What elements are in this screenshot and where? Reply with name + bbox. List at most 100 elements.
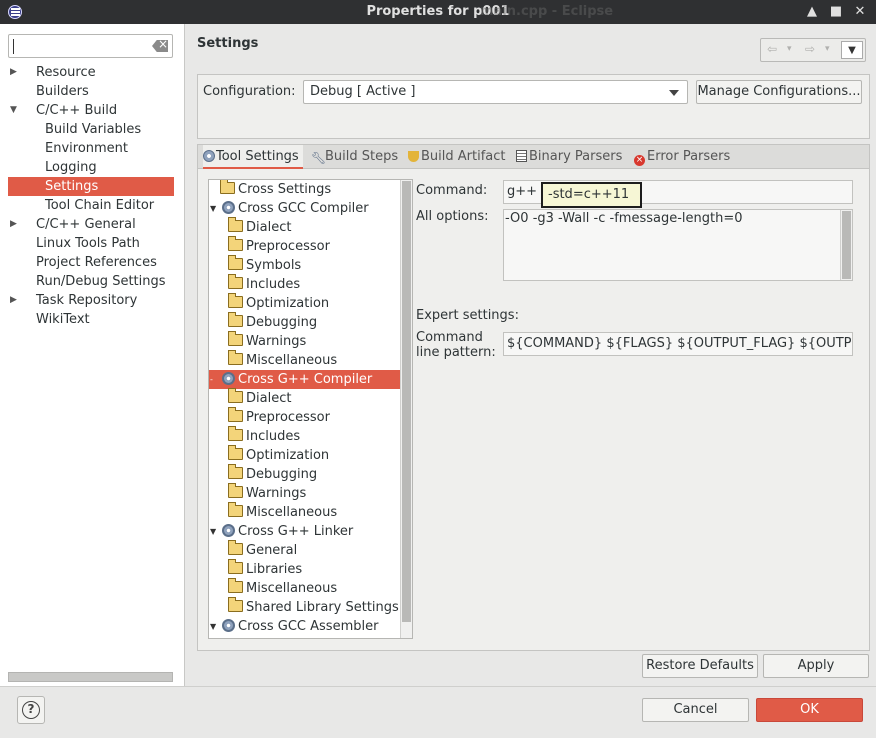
command-line-pattern-input[interactable]: ${COMMAND} ${FLAGS} ${OUTPUT_FLAG} ${OUT… xyxy=(503,332,853,356)
folder-icon xyxy=(228,255,243,270)
tree-item-includes[interactable]: Includes xyxy=(209,426,412,446)
tree-item-preprocessor[interactable]: Preprocessor xyxy=(209,407,412,427)
property-page-list: ▶ Resource Builders ▼ C/C++ Build Build Varia… xyxy=(8,63,174,329)
apply-button[interactable]: Apply xyxy=(763,654,869,678)
sidebar-item-build-variables[interactable]: Build Variables xyxy=(8,120,174,139)
tab-error-parsers[interactable]: × Error Parsers xyxy=(634,145,730,169)
expand-toggle-icon[interactable]: ▼ xyxy=(210,522,216,541)
tree-item-label: Miscellaneous xyxy=(246,581,338,596)
command-line-pattern-label-line1: Command xyxy=(416,330,483,345)
tree-item-miscellaneous[interactable]: Miscellaneous xyxy=(209,350,412,370)
all-options-label: All options: xyxy=(416,209,489,224)
sidebar-item-run-debug-settings[interactable]: Run/Debug Settings xyxy=(8,272,174,291)
folder-icon xyxy=(228,236,243,251)
tree-item-warnings[interactable]: Warnings xyxy=(209,331,412,351)
sidebar-item-project-references[interactable]: Project References xyxy=(8,253,174,272)
chevron-down-icon[interactable]: ▼ xyxy=(10,101,20,120)
manage-configurations-button[interactable]: Manage Configurations... xyxy=(696,80,862,104)
tree-item-dialect[interactable]: Dialect xyxy=(209,388,412,408)
folder-icon xyxy=(228,483,243,498)
expand-toggle-icon[interactable]: - xyxy=(210,370,213,389)
restore-defaults-button[interactable]: Restore Defaults xyxy=(642,654,758,678)
tree-item-cross-gcc-assembler[interactable]: ▼ Cross GCC Assembler xyxy=(209,617,412,636)
folder-icon xyxy=(228,274,243,289)
sidebar-item-task-repository[interactable]: ▶ Task Repository xyxy=(8,291,174,310)
clear-filter-icon[interactable] xyxy=(152,40,168,52)
expand-toggle-icon[interactable]: ▼ xyxy=(210,199,216,218)
tree-item-cross-g-linker[interactable]: ▼ Cross G++ Linker xyxy=(209,522,412,541)
command-label: Command: xyxy=(416,183,488,198)
error-icon: × xyxy=(634,155,645,166)
tree-item-warnings[interactable]: Warnings xyxy=(209,483,412,503)
tree-item-cross-g-compiler[interactable]: - Cross G++ Compiler xyxy=(209,370,412,389)
tree-item-preprocessor[interactable]: Preprocessor xyxy=(209,236,412,256)
chevron-right-icon[interactable]: ▶ xyxy=(10,63,20,82)
all-options-textarea[interactable]: -O0 -g3 -Wall -c -fmessage-length=0 xyxy=(503,209,853,281)
view-menu-icon[interactable]: ▼ xyxy=(841,41,863,59)
tree-item-optimization[interactable]: Optimization xyxy=(209,445,412,465)
sidebar-item-c-c-build[interactable]: ▼ C/C++ Build xyxy=(8,101,174,120)
tree-item-dialect[interactable]: Dialect xyxy=(209,217,412,237)
sidebar-item-tool-chain-editor[interactable]: Tool Chain Editor xyxy=(8,196,174,215)
sidebar-item-logging[interactable]: Logging xyxy=(8,158,174,177)
tree-item-label: Shared Library Settings xyxy=(246,600,399,615)
sidebar-item-wikitext[interactable]: WikiText xyxy=(8,310,174,329)
command-line-pattern-label-line2: line pattern: xyxy=(416,345,496,360)
folder-icon xyxy=(228,312,243,327)
tab-binary-parsers[interactable]: Binary Parsers xyxy=(516,145,622,169)
sidebar-item-linux-tools-path[interactable]: Linux Tools Path xyxy=(8,234,174,253)
expand-toggle-icon[interactable]: ▼ xyxy=(210,617,216,636)
tree-item-libraries[interactable]: Libraries xyxy=(209,559,412,579)
tree-item-label: Cross G++ Compiler xyxy=(238,372,373,387)
configuration-select[interactable]: Debug [ Active ] xyxy=(303,80,688,104)
sidebar-item-settings[interactable]: Settings xyxy=(8,177,174,196)
help-icon: ? xyxy=(22,701,40,719)
expert-settings-label: Expert settings: xyxy=(416,308,519,323)
sidebar-item-label: Linux Tools Path xyxy=(36,236,140,251)
sidebar-horizontal-scrollbar[interactable] xyxy=(8,672,173,682)
tool-gear-icon xyxy=(222,619,235,632)
tree-scrollbar[interactable] xyxy=(400,180,412,638)
sidebar-item-environment[interactable]: Environment xyxy=(8,139,174,158)
tree-item-debugging[interactable]: Debugging xyxy=(209,312,412,332)
sidebar-item-label: C/C++ Build xyxy=(36,103,118,118)
tree-item-label: Cross Settings xyxy=(238,182,332,197)
tree-item-debugging[interactable]: Debugging xyxy=(209,464,412,484)
tree-item-miscellaneous[interactable]: Miscellaneous xyxy=(209,502,412,522)
help-button[interactable]: ? xyxy=(17,696,45,724)
tree-item-cross-gcc-compiler[interactable]: ▼ Cross GCC Compiler xyxy=(209,199,412,218)
tree-item-label: Preprocessor xyxy=(246,239,330,254)
sidebar-item-builders[interactable]: Builders xyxy=(8,82,174,101)
cancel-button[interactable]: Cancel xyxy=(642,698,749,722)
options-scrollbar-thumb[interactable] xyxy=(842,211,851,279)
tree-scrollbar-thumb[interactable] xyxy=(402,181,411,622)
chevron-right-icon[interactable]: ▶ xyxy=(10,291,20,310)
tree-item-symbols[interactable]: Symbols xyxy=(209,255,412,275)
tree-item-miscellaneous[interactable]: Miscellaneous xyxy=(209,578,412,598)
ok-button[interactable]: OK xyxy=(756,698,863,722)
sidebar-item-label: WikiText xyxy=(36,312,90,327)
tree-item-label: Miscellaneous xyxy=(246,353,338,368)
tree-item-general[interactable]: General xyxy=(209,540,412,560)
close-button[interactable]: ✕ xyxy=(851,3,869,21)
chevron-right-icon[interactable]: ▶ xyxy=(10,215,20,234)
forward-arrow-icon[interactable]: ⇨ xyxy=(805,42,815,58)
tree-item-optimization[interactable]: Optimization xyxy=(209,293,412,313)
tab-build-artifact[interactable]: Build Artifact xyxy=(408,145,506,169)
back-arrow-icon[interactable]: ⇦ xyxy=(767,42,777,58)
options-scrollbar[interactable] xyxy=(840,210,852,280)
back-dropdown-icon[interactable]: ▾ xyxy=(787,44,792,60)
filter-input[interactable] xyxy=(8,34,173,58)
forward-dropdown-icon[interactable]: ▾ xyxy=(825,44,830,60)
tab-tool-settings[interactable]: Tool Settings xyxy=(203,145,303,169)
tree-item-includes[interactable]: Includes xyxy=(209,274,412,294)
sidebar-item-c-c-general[interactable]: ▶ C/C++ General xyxy=(8,215,174,234)
tab-build-steps[interactable]: 🔧︎Build Steps xyxy=(311,145,398,169)
maximize-button[interactable]: ■ xyxy=(827,3,845,21)
tree-item-cross-settings[interactable]: Cross Settings xyxy=(209,180,412,199)
tree-item-shared-library-settings[interactable]: Shared Library Settings xyxy=(209,597,412,617)
folder-icon xyxy=(228,350,243,365)
sidebar-item-resource[interactable]: ▶ Resource xyxy=(8,63,174,82)
minimize-button[interactable]: ▲ xyxy=(803,3,821,21)
tree-item-label: Warnings xyxy=(246,486,307,501)
